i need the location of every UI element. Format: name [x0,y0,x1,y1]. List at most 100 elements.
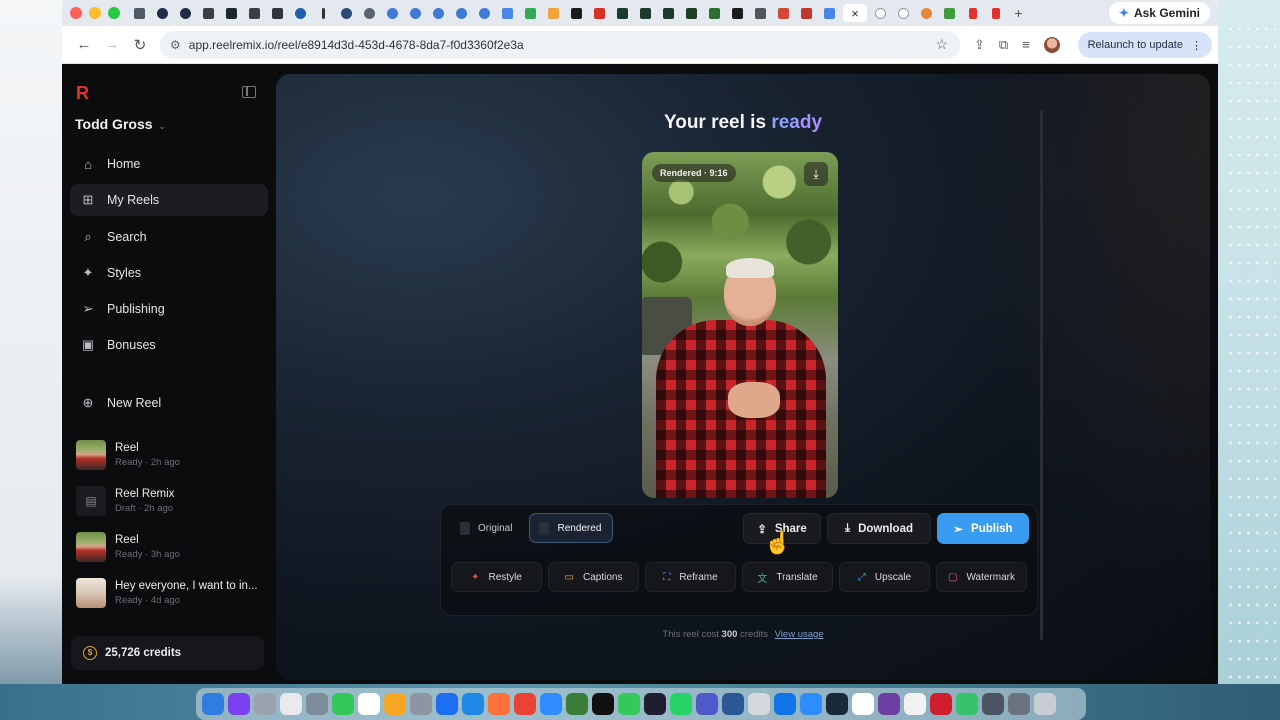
sidebar-item-my-reels[interactable]: ⊞ My Reels [70,184,268,217]
help-icon[interactable] [254,693,276,715]
app-icon[interactable] [878,693,900,715]
list-item[interactable]: ▤ Reel Remix Draft · 2h ago [76,478,268,524]
list-item[interactable]: Hey everyone, I want to in... Ready · 4d… [76,570,268,616]
browser-tab[interactable] [176,4,195,22]
trash-icon[interactable] [1034,693,1056,715]
browser-tab[interactable] [544,4,563,22]
browser-tab[interactable] [429,4,448,22]
collapse-sidebar-icon[interactable] [242,86,256,98]
browser-tab[interactable] [797,4,816,22]
browser-tab[interactable] [383,4,402,22]
watermark-button[interactable]: ▢ Watermark [936,562,1027,592]
browser-tab[interactable] [986,4,1005,22]
close-window-button[interactable] [70,7,82,19]
browser-tab[interactable] [498,4,517,22]
original-toggle[interactable]: Original [451,513,523,543]
app-icon[interactable] [306,693,328,715]
forward-arrow-icon[interactable]: → [98,36,126,53]
app-icon[interactable] [826,693,848,715]
sidebar-item-home[interactable]: ⌂ Home [70,148,268,180]
account-switcher[interactable]: Todd Gross ⌄ [75,116,166,132]
app-icon[interactable] [982,693,1004,715]
app-icon[interactable] [566,693,588,715]
browser-tab[interactable] [337,4,356,22]
browser-tab[interactable] [917,4,936,22]
upscale-button[interactable]: ⤢ Upscale [839,562,930,592]
siri-icon[interactable] [228,693,250,715]
zoom-icon[interactable] [800,693,822,715]
app-icon[interactable] [774,693,796,715]
browser-tab[interactable] [820,4,839,22]
back-arrow-icon[interactable]: ← [70,36,98,53]
app-icon[interactable] [956,693,978,715]
site-settings-icon[interactable]: ⚙ [170,38,181,52]
app-icon[interactable] [618,693,640,715]
list-item[interactable]: Reel Ready · 3h ago [76,524,268,570]
browser-tab[interactable] [199,4,218,22]
google-icon[interactable] [852,693,874,715]
browser-tab[interactable] [130,4,149,22]
firefox-icon[interactable] [488,693,510,715]
browser-tab[interactable] [590,4,609,22]
share-page-icon[interactable]: ⇪ [974,37,985,53]
browser-tab[interactable] [314,4,333,22]
settings-icon[interactable] [410,693,432,715]
launchpad-icon[interactable] [280,693,302,715]
restyle-button[interactable]: ✦ Restyle [451,562,542,592]
publish-button[interactable]: ➢ Publish [937,513,1029,544]
more-menu-icon[interactable]: ⋮ [1191,39,1202,52]
browser-tab[interactable] [406,4,425,22]
new-reel-button[interactable]: ⊕ New Reel [70,387,268,423]
zoom-window-button[interactable] [108,7,120,19]
teams-icon[interactable] [696,693,718,715]
video-preview[interactable]: Rendered · 9:16 ⤓ [642,152,838,498]
browser-tab[interactable] [475,4,494,22]
chrome-icon[interactable] [514,693,536,715]
sidebar-item-bonuses[interactable]: ▣ Bonuses [70,329,268,361]
url-bar[interactable]: ⚙ app.reelremix.io/reel/e8914d3d-453d-46… [160,30,960,59]
list-item[interactable]: Reel Ready · 2h ago [76,432,268,478]
extensions-puzzle-icon[interactable]: ⧉ [999,37,1008,53]
browser-tab[interactable] [636,4,655,22]
new-tab-button[interactable]: + [1009,4,1028,22]
sidebar-item-publishing[interactable]: ➢ Publishing [70,293,268,325]
app-icon[interactable] [930,693,952,715]
app-icon[interactable] [436,693,458,715]
scrollbar[interactable] [1040,110,1043,640]
credits-balance[interactable]: $ 25,726 credits [71,636,264,670]
browser-tab[interactable] [940,4,959,22]
browser-tab[interactable] [774,4,793,22]
ask-gemini-button[interactable]: ✦ Ask Gemini [1108,2,1210,24]
browser-tab[interactable] [659,4,678,22]
browser-tab[interactable] [751,4,770,22]
browser-tab[interactable] [894,4,913,22]
reload-icon[interactable]: ↻ [126,36,154,54]
translate-button[interactable]: 文 Translate [742,562,833,592]
reelremix-logo-icon[interactable]: R [76,84,94,102]
calculator-icon[interactable] [748,693,770,715]
browser-tab[interactable] [452,4,471,22]
minimize-window-button[interactable] [89,7,101,19]
browser-tab[interactable] [705,4,724,22]
browser-tab[interactable] [153,4,172,22]
browser-tab[interactable] [268,4,287,22]
active-tab-close-icon[interactable]: × [843,4,867,22]
download-icon[interactable]: ⤓ [804,162,828,186]
browser-tab[interactable] [871,4,890,22]
bookmark-star-icon[interactable]: ☆ [935,36,948,53]
whatsapp-icon[interactable] [670,693,692,715]
photos-icon[interactable] [384,693,406,715]
browser-tab[interactable] [728,4,747,22]
browser-tab[interactable] [682,4,701,22]
messages-icon[interactable] [332,693,354,715]
notes-icon[interactable] [904,693,926,715]
finder-icon[interactable] [202,693,224,715]
safari-icon[interactable] [540,693,562,715]
app-store-icon[interactable] [462,693,484,715]
app-icon[interactable] [1008,693,1030,715]
browser-tab[interactable] [360,4,379,22]
browser-tab[interactable] [291,4,310,22]
browser-tab[interactable] [222,4,241,22]
profile-avatar[interactable] [1043,36,1060,53]
apple-tv-icon[interactable] [592,693,614,715]
